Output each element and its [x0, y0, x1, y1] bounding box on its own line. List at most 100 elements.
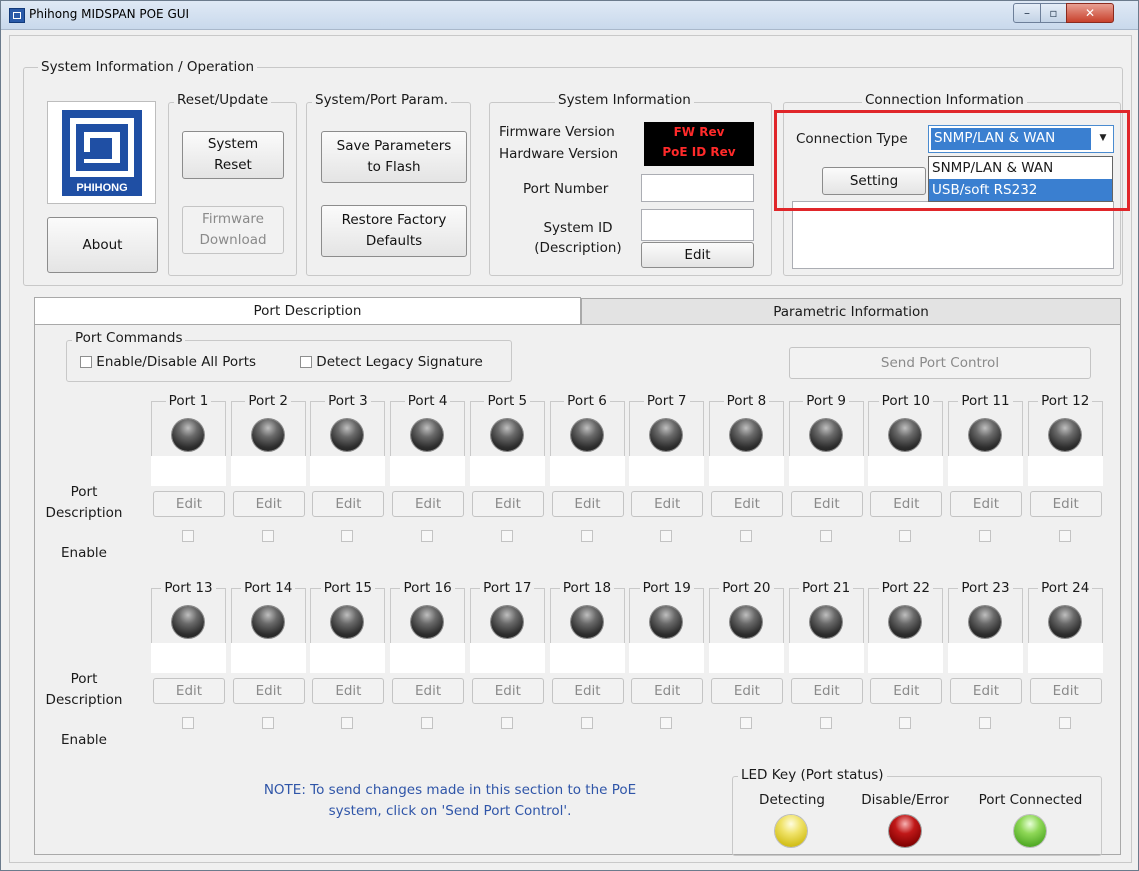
port-edit-button[interactable]: Edit: [471, 678, 544, 704]
port-edit-button[interactable]: Edit: [710, 678, 783, 704]
enable-all-ports-checkbox[interactable]: [80, 356, 92, 368]
detect-legacy-checkbox[interactable]: [300, 356, 312, 368]
port-enable-checkbox[interactable]: [739, 717, 752, 729]
port-enable-checkbox[interactable]: [899, 530, 912, 542]
port-description-field[interactable]: [469, 643, 545, 673]
tab-parametric-information[interactable]: Parametric Information: [581, 298, 1121, 325]
port-description-field[interactable]: [1027, 456, 1103, 486]
port-enable-checkbox[interactable]: [819, 530, 832, 542]
port-description-field[interactable]: [788, 456, 864, 486]
port-edit-button[interactable]: Edit: [870, 491, 943, 517]
port-enable-checkbox[interactable]: [1058, 530, 1071, 542]
port-edit-button[interactable]: Edit: [790, 678, 863, 704]
save-parameters-button[interactable]: Save Parameters to Flash: [321, 131, 467, 183]
port-description-field[interactable]: [151, 456, 226, 486]
port-description-field[interactable]: [708, 456, 784, 486]
port-enable-checkbox[interactable]: [979, 530, 991, 542]
system-id-field[interactable]: [641, 209, 754, 241]
port-enable-checkbox[interactable]: [261, 530, 274, 542]
system-reset-button[interactable]: System Reset: [182, 131, 284, 179]
port-description-field[interactable]: [310, 643, 386, 673]
port-description-field[interactable]: [629, 643, 705, 673]
maximize-button[interactable]: ▫: [1040, 3, 1067, 23]
port-number-field[interactable]: [641, 174, 754, 202]
send-port-control-button[interactable]: Send Port Control: [789, 347, 1091, 379]
port-description-field[interactable]: [708, 643, 784, 673]
port-description-field[interactable]: [310, 456, 386, 486]
port-status-led-icon: [172, 419, 204, 451]
led-key-title: LED Key (Port status): [738, 767, 887, 783]
port-edit-button[interactable]: Edit: [312, 678, 385, 704]
port-enable-checkbox[interactable]: [500, 530, 513, 542]
port-edit-button[interactable]: Edit: [153, 678, 225, 704]
port-edit-button[interactable]: Edit: [950, 491, 1022, 517]
port-edit-button[interactable]: Edit: [631, 678, 704, 704]
port-edit-button[interactable]: Edit: [153, 491, 225, 517]
port-edit-button[interactable]: Edit: [551, 678, 624, 704]
port-edit-button[interactable]: Edit: [392, 678, 465, 704]
port-name: Port 14: [231, 580, 306, 596]
port-edit-button[interactable]: Edit: [232, 491, 305, 517]
port-description-field[interactable]: [230, 643, 306, 673]
port-edit-button[interactable]: Edit: [631, 491, 704, 517]
restore-defaults-button[interactable]: Restore Factory Defaults: [321, 205, 467, 257]
port-name: Port 20: [709, 580, 784, 596]
port-description-field[interactable]: [629, 456, 705, 486]
port-enable-checkbox[interactable]: [182, 717, 194, 729]
port-edit-button[interactable]: Edit: [1029, 491, 1102, 517]
port-description-field[interactable]: [868, 456, 944, 486]
about-button[interactable]: About: [47, 217, 158, 273]
port-enable-checkbox[interactable]: [500, 717, 513, 729]
port-enable-checkbox[interactable]: [819, 717, 832, 729]
close-button[interactable]: ✕: [1066, 3, 1114, 23]
port-description-field[interactable]: [230, 456, 306, 486]
port-enable-checkbox[interactable]: [979, 717, 991, 729]
port-enable-checkbox[interactable]: [421, 717, 434, 729]
port-enable-checkbox[interactable]: [580, 717, 593, 729]
port-edit-button[interactable]: Edit: [710, 491, 783, 517]
port-enable-checkbox[interactable]: [580, 530, 593, 542]
port-description-field[interactable]: [948, 643, 1023, 673]
port-edit-button[interactable]: Edit: [551, 491, 624, 517]
port-description-field[interactable]: [948, 456, 1023, 486]
port-description-label-row2: Port Description: [45, 671, 123, 708]
detect-legacy-option[interactable]: Detect Legacy Signature: [300, 354, 483, 370]
minimize-button[interactable]: –: [1013, 3, 1041, 23]
port-edit-button[interactable]: Edit: [232, 678, 305, 704]
hardware-version-label: Hardware Version: [499, 146, 619, 162]
port-enable-checkbox[interactable]: [341, 717, 354, 729]
port-edit-button[interactable]: Edit: [790, 491, 863, 517]
connection-info-box: [792, 201, 1114, 269]
port-description-field[interactable]: [788, 643, 864, 673]
system-id-edit-button[interactable]: Edit: [641, 242, 754, 268]
port-edit-button[interactable]: Edit: [950, 678, 1022, 704]
port-enable-checkbox[interactable]: [182, 530, 194, 542]
port-enable-checkbox[interactable]: [1058, 717, 1071, 729]
firmware-download-button[interactable]: Firmware Download: [182, 206, 284, 254]
port-enable-checkbox[interactable]: [341, 530, 354, 542]
enable-all-ports-option[interactable]: Enable/Disable All Ports: [80, 354, 256, 370]
port-edit-button[interactable]: Edit: [392, 491, 465, 517]
app-icon: [9, 8, 25, 23]
port-enable-checkbox[interactable]: [899, 717, 912, 729]
port-edit-button[interactable]: Edit: [1029, 678, 1102, 704]
port-description-field[interactable]: [469, 456, 545, 486]
port-edit-button[interactable]: Edit: [870, 678, 943, 704]
port-edit-button[interactable]: Edit: [471, 491, 544, 517]
tab-port-description[interactable]: Port Description: [34, 297, 581, 325]
port-enable-checkbox[interactable]: [261, 717, 274, 729]
port-description-field[interactable]: [1027, 643, 1103, 673]
port-description-field[interactable]: [868, 643, 944, 673]
port-enable-checkbox[interactable]: [660, 717, 673, 729]
port-description-field[interactable]: [549, 643, 625, 673]
port-edit-button[interactable]: Edit: [312, 491, 385, 517]
port-description-field[interactable]: [390, 643, 466, 673]
port-enable-checkbox[interactable]: [421, 530, 434, 542]
port-enable-checkbox[interactable]: [660, 530, 673, 542]
port-enable-checkbox[interactable]: [739, 530, 752, 542]
port-description-field[interactable]: [390, 456, 466, 486]
port-status-led-icon: [650, 419, 683, 451]
port-description-field[interactable]: [151, 643, 226, 673]
port-name-text: Port 22: [878, 580, 933, 596]
port-description-field[interactable]: [549, 456, 625, 486]
